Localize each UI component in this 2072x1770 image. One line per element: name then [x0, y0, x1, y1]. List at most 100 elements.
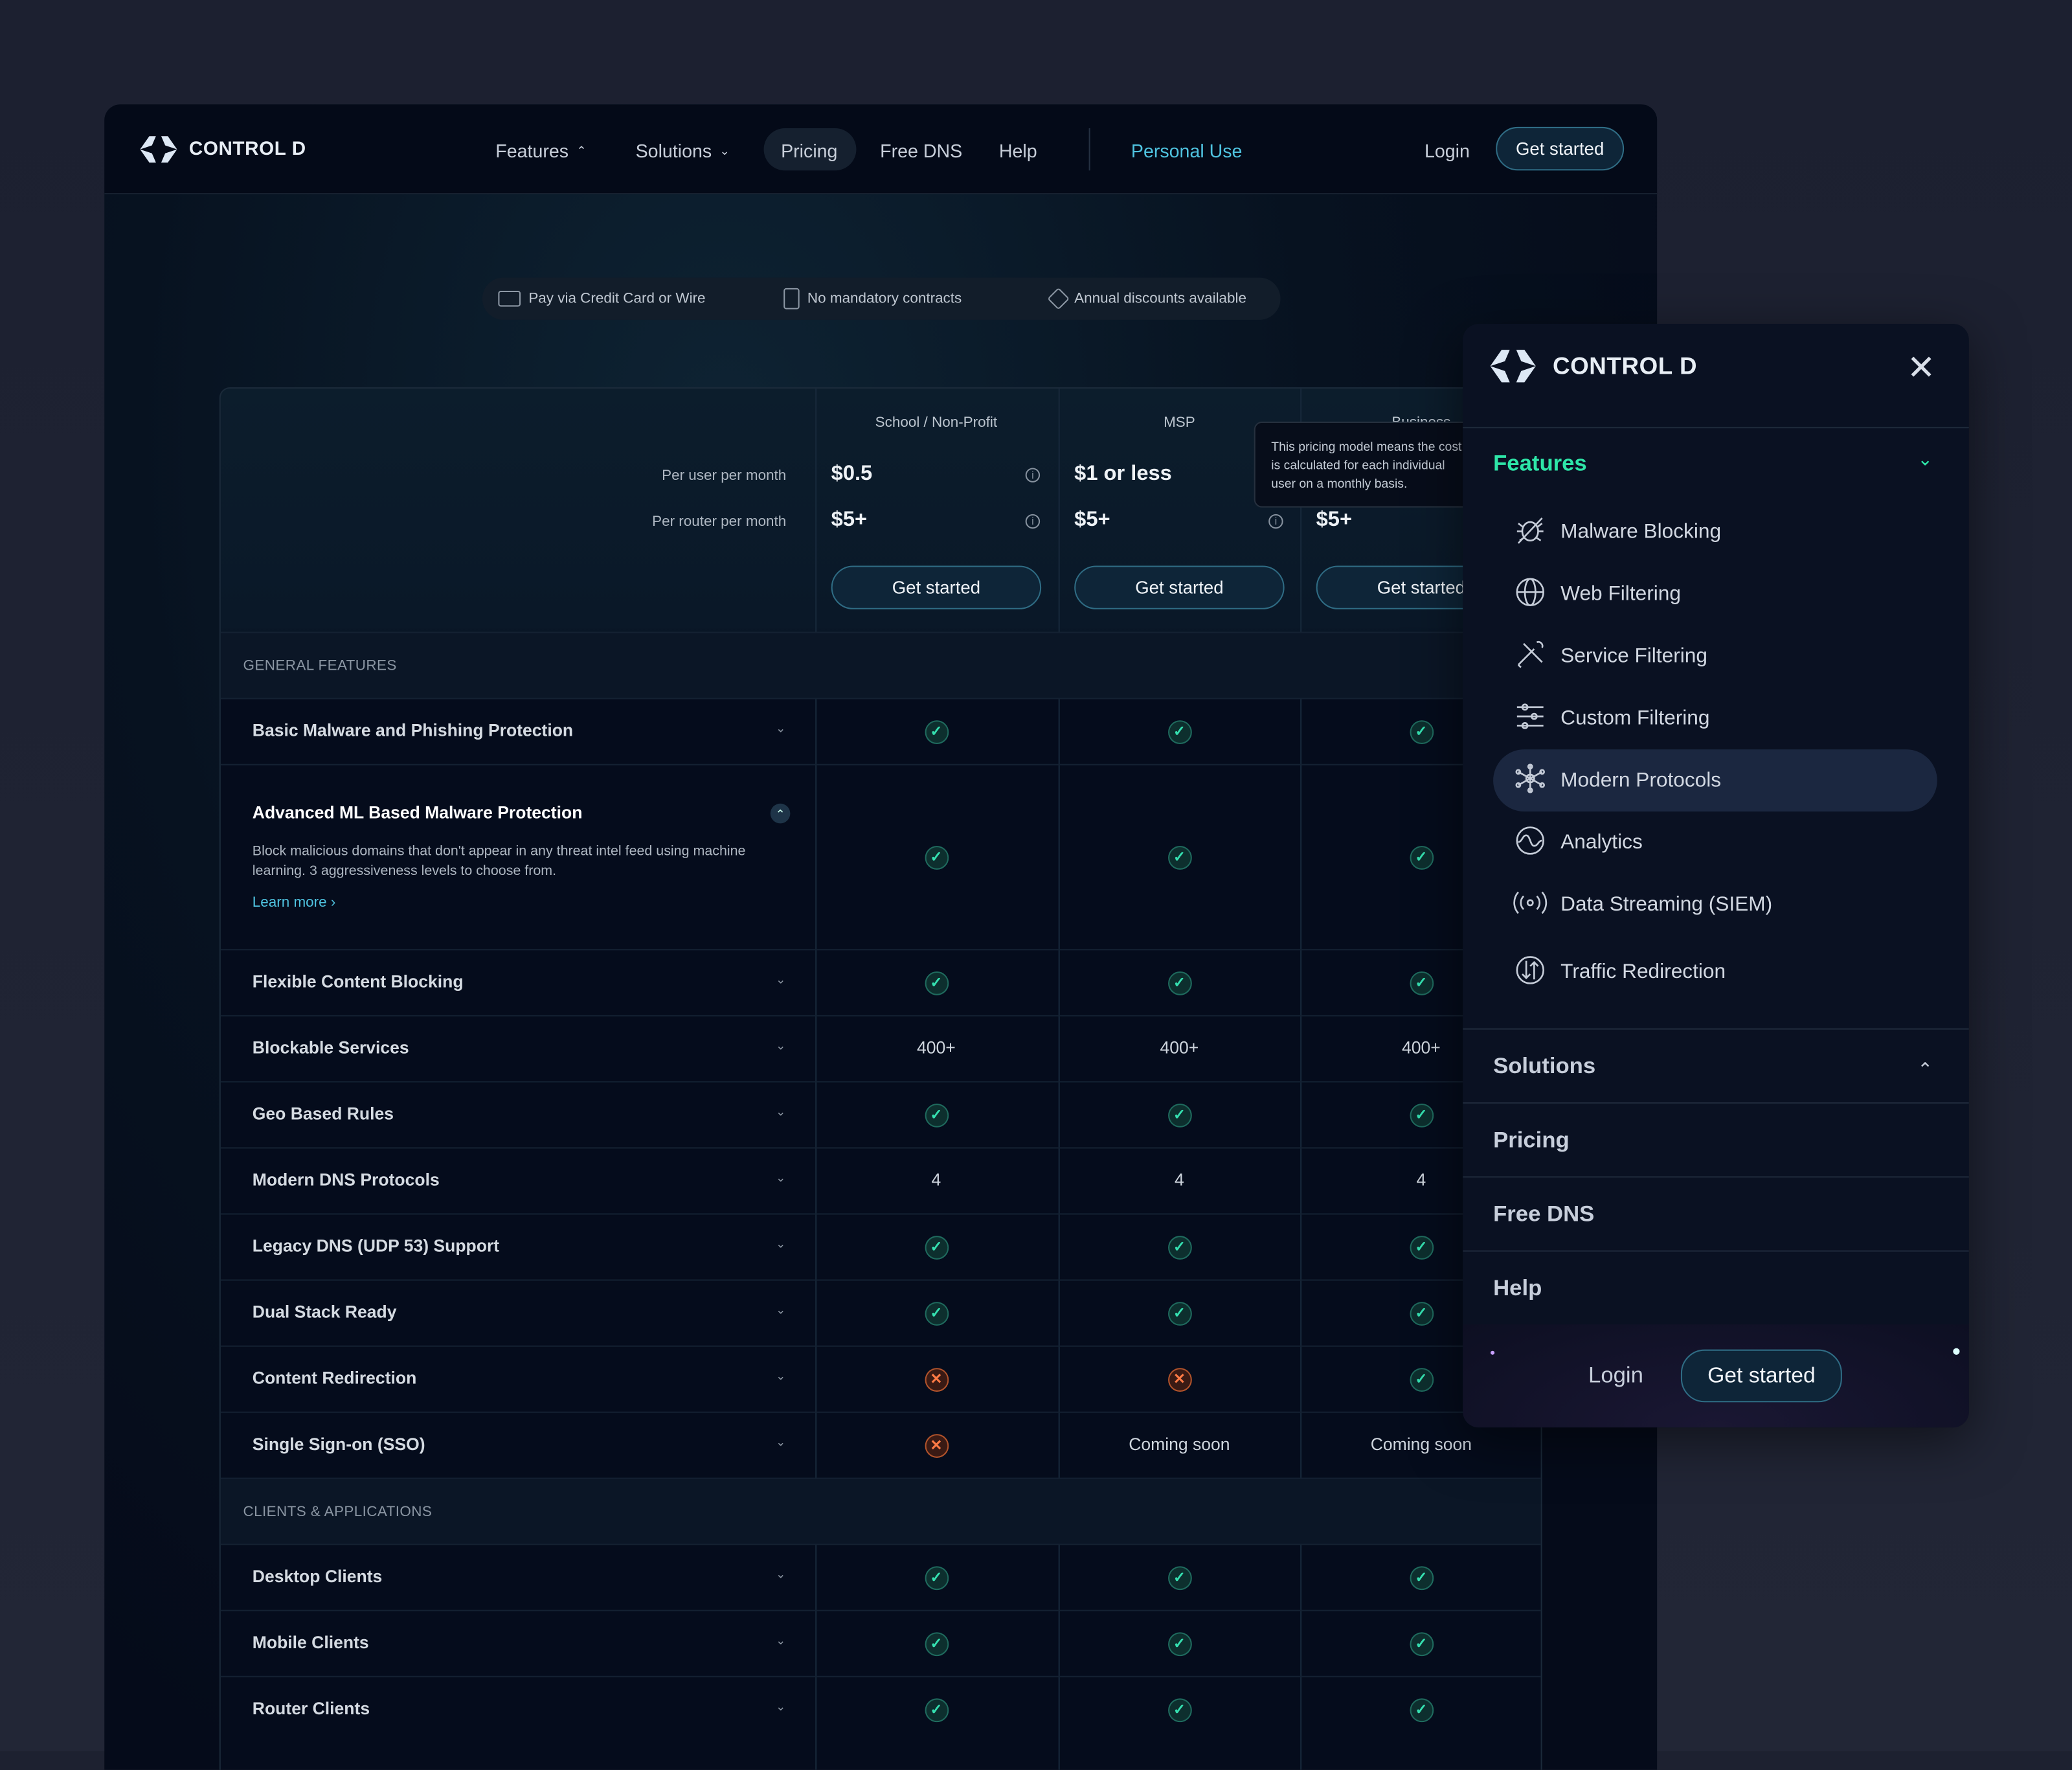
close-icon[interactable]: ✕: [1907, 348, 1935, 389]
perk-contracts: No mandatory contracts: [783, 288, 962, 310]
brand-logo[interactable]: CONTROL D: [136, 132, 306, 166]
price-per-router: $5+: [1316, 508, 1353, 532]
feature-name[interactable]: Router Clients: [253, 1698, 370, 1718]
chevron-down-icon[interactable]: ⌄: [776, 1171, 785, 1185]
chevron-down-icon[interactable]: ⌄: [776, 1237, 785, 1251]
learn-more-link[interactable]: Learn more ›: [253, 895, 336, 911]
feature-name[interactable]: Mobile Clients: [253, 1632, 369, 1652]
nav-free-dns-label: Free DNS: [880, 140, 963, 161]
nav-solutions[interactable]: Solutions ⌄: [636, 136, 730, 165]
menu-feature-web-filtering[interactable]: Web Filtering: [1513, 576, 1681, 614]
cell-value: 400+: [1160, 1038, 1199, 1058]
info-icon[interactable]: i: [1025, 468, 1041, 482]
cell-value: Coming soon: [1370, 1434, 1472, 1454]
menu-help[interactable]: Help: [1493, 1275, 1542, 1302]
menu-login[interactable]: Login: [1588, 1363, 1643, 1389]
feature-name[interactable]: Geo Based Rules: [253, 1104, 394, 1124]
perk-payment: Pay via Credit Card or Wire: [498, 290, 706, 307]
chevron-up-icon[interactable]: ⌃: [770, 803, 791, 824]
menu-features-toggle[interactable]: Features: [1493, 451, 1587, 477]
nav-personal-use[interactable]: Personal Use: [1131, 136, 1243, 165]
feature-name[interactable]: Basic Malware and Phishing Protection: [253, 720, 573, 740]
chevron-down-icon[interactable]: ⌄: [776, 1633, 785, 1648]
menu-feature-modern-protocols[interactable]: Modern Protocols: [1513, 763, 1721, 797]
feature-name[interactable]: Modern DNS Protocols: [253, 1170, 440, 1190]
menu-feature-label: Traffic Redirection: [1560, 960, 1726, 984]
column-divider: [815, 388, 817, 1770]
menu-feature-traffic-redirection[interactable]: Traffic Redirection: [1513, 955, 1726, 989]
check-icon: ✓: [924, 1631, 949, 1656]
info-icon[interactable]: i: [1268, 514, 1283, 529]
menu-feature-analytics[interactable]: Analytics: [1513, 826, 1643, 859]
plan-cell: ✕: [815, 1433, 1057, 1458]
feature-name[interactable]: Single Sign-on (SSO): [253, 1434, 425, 1454]
check-icon: ✓: [924, 845, 949, 869]
perk-label: Annual discounts available: [1074, 290, 1247, 307]
chevron-up-icon[interactable]: ⌃: [1917, 1059, 1933, 1082]
plan-get-started-button[interactable]: Get started: [1074, 565, 1285, 609]
divider: [1463, 1102, 1969, 1104]
feature-name[interactable]: Advanced ML Based Malware Protection: [253, 802, 583, 823]
chevron-down-icon[interactable]: ⌄: [776, 1567, 785, 1582]
menu-feature-label: Custom Filtering: [1560, 707, 1710, 730]
cross-icon: ✕: [1167, 1367, 1191, 1392]
nav-help[interactable]: Help: [999, 136, 1037, 165]
column-divider: [1300, 388, 1302, 1770]
chevron-down-icon[interactable]: ⌄: [776, 1369, 785, 1383]
section-label: GENERAL FEATURES: [243, 658, 397, 674]
feature-name[interactable]: Blockable Services: [253, 1038, 409, 1058]
menu-free-dns[interactable]: Free DNS: [1493, 1201, 1594, 1228]
feature-name[interactable]: Content Redirection: [253, 1368, 417, 1388]
chevron-down-icon[interactable]: ⌄: [776, 1303, 785, 1317]
chevron-down-icon[interactable]: ⌄: [776, 1435, 785, 1449]
chevron-down-icon[interactable]: ⌄: [1917, 448, 1933, 471]
plan-cell: Coming soon: [1059, 1433, 1300, 1457]
menu-feature-data-streaming-siem[interactable]: Data Streaming (SIEM): [1513, 889, 1772, 921]
menu-feature-service-filtering[interactable]: Service Filtering: [1513, 640, 1707, 673]
check-icon: ✓: [1409, 1367, 1434, 1392]
chevron-down-icon[interactable]: ⌄: [776, 1699, 785, 1714]
page: CONTROL D Features ⌃ Solutions ⌄ Pricing F…: [0, 0, 2072, 1770]
nav-pricing[interactable]: Pricing: [781, 136, 837, 165]
check-icon: ✓: [924, 1565, 949, 1590]
sliders-icon: [1513, 700, 1548, 738]
cell-value: 4: [1175, 1170, 1184, 1190]
plan-get-started-button[interactable]: Get started: [831, 565, 1042, 609]
get-started-button[interactable]: Get started: [1496, 126, 1625, 171]
menu-get-started-button[interactable]: Get started: [1680, 1349, 1842, 1403]
menu-feature-label: Service Filtering: [1560, 644, 1707, 668]
globe-icon: [1513, 576, 1548, 614]
menu-pricing[interactable]: Pricing: [1493, 1128, 1570, 1154]
bug-icon: [1513, 514, 1548, 552]
feature-name[interactable]: Desktop Clients: [253, 1566, 383, 1586]
feature-name[interactable]: Dual Stack Ready: [253, 1302, 397, 1322]
top-nav: CONTROL D Features ⌃ Solutions ⌄ Pricing F…: [104, 104, 1658, 194]
check-icon: ✓: [924, 1235, 949, 1259]
chevron-down-icon[interactable]: ⌄: [776, 973, 785, 987]
nav-pricing-label: Pricing: [781, 140, 838, 161]
feature-name[interactable]: Legacy DNS (UDP 53) Support: [253, 1236, 499, 1256]
nav-login[interactable]: Login: [1424, 136, 1470, 165]
chevron-down-icon[interactable]: ⌄: [776, 1039, 785, 1053]
chevron-down-icon[interactable]: ⌄: [776, 1105, 785, 1119]
plan-cell: 4: [815, 1168, 1057, 1192]
plan-cell: ✓: [1300, 1565, 1542, 1590]
plan-cell: ✓: [1059, 1102, 1300, 1127]
credit-card-icon: [498, 290, 521, 307]
menu-feature-custom-filtering[interactable]: Custom Filtering: [1513, 700, 1710, 738]
chevron-down-icon[interactable]: ⌄: [776, 721, 785, 736]
cell-value: 400+: [1401, 1038, 1441, 1058]
menu-solutions[interactable]: Solutions: [1493, 1054, 1595, 1080]
info-icon[interactable]: i: [1025, 514, 1041, 529]
nav-features[interactable]: Features ⌃: [495, 136, 586, 165]
logo-icon: [1490, 350, 1536, 383]
check-icon: ✓: [1409, 1235, 1434, 1259]
plan-cell: 400+: [1059, 1036, 1300, 1060]
menu-brand-logo[interactable]: CONTROL D: [1484, 345, 1697, 387]
check-icon: ✓: [1409, 845, 1434, 869]
pulse-icon: [1513, 824, 1548, 862]
nav-solutions-label: Solutions: [635, 140, 712, 161]
feature-name[interactable]: Flexible Content Blocking: [253, 971, 464, 992]
menu-feature-malware-blocking[interactable]: Malware Blocking: [1513, 517, 1721, 549]
nav-free-dns[interactable]: Free DNS: [880, 136, 962, 165]
